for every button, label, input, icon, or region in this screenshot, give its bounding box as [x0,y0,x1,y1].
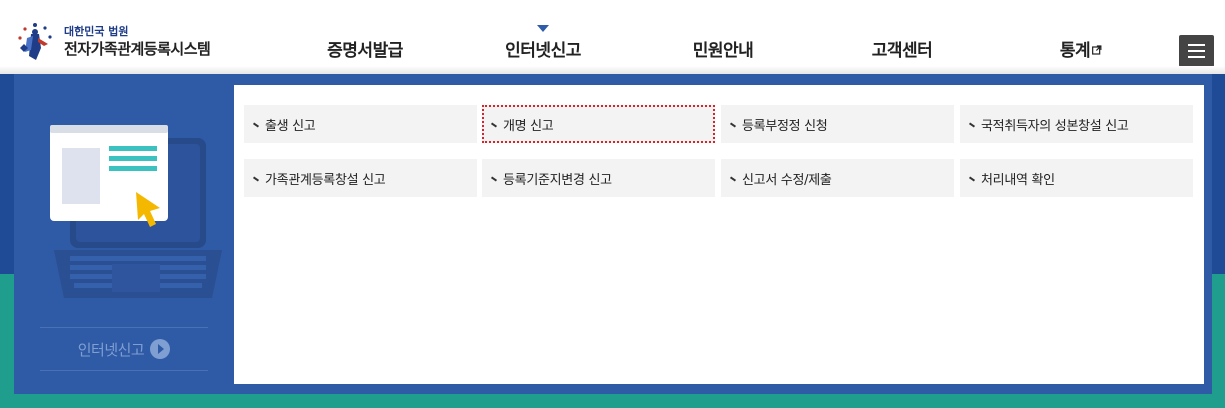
mega-menu-panel: 인터넷신고 출생 신고 개명 신고 등록부정정 신청 국적취득자의 성본창설 신… [14,74,1212,394]
submenu-item-domicile-change[interactable]: 등록기준지변경 신고 [482,159,715,197]
hamburger-icon [1188,44,1205,46]
submenu-item-birth-report[interactable]: 출생 신고 [244,105,477,143]
submenu-item-report-edit-submit[interactable]: 신고서 수정/제출 [721,159,954,197]
submenu-area: 출생 신고 개명 신고 등록부정정 신청 국적취득자의 성본창설 신고 가족관계… [234,85,1204,384]
submenu-item-label: 처리내역 확인 [981,172,1055,188]
submenu-item-label: 가족관계등록창설 신고 [265,172,386,188]
submenu-item-label: 등록부정정 신청 [742,118,828,134]
bullet-icon [968,122,976,128]
submenu-item-name-change-report[interactable]: 개명 신고 [482,105,715,143]
external-link-icon [1092,45,1102,55]
bullet-icon [729,176,737,182]
submenu-item-label: 개명 신고 [503,118,554,134]
section-title: 인터넷신고 [77,340,145,359]
submenu-item-label: 신고서 수정/제출 [742,172,832,188]
bullet-icon [490,176,498,182]
bullet-icon [252,176,260,182]
submenu-item-registry-creation[interactable]: 가족관계등록창설 신고 [244,159,477,197]
submenu-item-surname-creation[interactable]: 국적취득자의 성본창설 신고 [960,105,1193,143]
gnb-item-statistics-label: 통계 [1059,41,1091,61]
site-header: 대한민국 법원 전자가족관계등록시스템 증명서발급 인터넷신고 민원안내 고객센… [0,0,1225,74]
play-arrow-icon [150,339,171,359]
global-nav: 증명서발급 인터넷신고 민원안내 고객센터 통계 [0,0,1225,74]
submenu-item-label: 국적취득자의 성본창설 신고 [981,118,1129,134]
gnb-item-certificate[interactable]: 증명서발급 [327,36,403,61]
submenu-item-processing-status[interactable]: 처리내역 확인 [960,159,1193,197]
gnb-item-civil-guide[interactable]: 민원안내 [693,36,754,61]
active-indicator-icon [537,25,549,32]
bullet-icon [729,122,737,128]
gnb-item-statistics[interactable]: 통계 [1060,36,1102,61]
section-title-link[interactable]: 인터넷신고 [40,327,208,371]
hamburger-menu-button[interactable] [1179,35,1214,67]
bullet-icon [490,122,498,128]
bullet-icon [252,122,260,128]
submenu-item-registry-correction[interactable]: 등록부정정 신청 [721,105,954,143]
submenu-item-label: 출생 신고 [265,118,316,134]
bullet-icon [968,176,976,182]
submenu-item-label: 등록기준지변경 신고 [503,172,612,188]
gnb-item-internet-report[interactable]: 인터넷신고 [505,36,581,61]
header-shadow [0,66,1225,74]
gnb-item-customer-center[interactable]: 고객센터 [872,36,933,61]
